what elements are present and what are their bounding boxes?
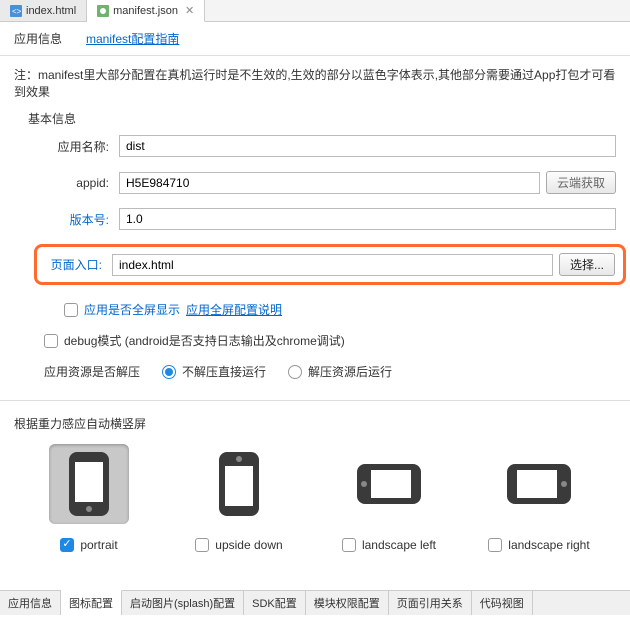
sub-header: 应用信息 manifest配置指南 [0, 22, 630, 56]
appid-label: appid: [44, 176, 109, 190]
upside-checkbox[interactable] [195, 538, 209, 552]
orientation-landscape-right[interactable]: landscape right [484, 444, 594, 552]
phone-landscape-right-icon [499, 444, 579, 524]
app-name-input[interactable] [119, 135, 616, 157]
btab-sdk[interactable]: SDK配置 [244, 591, 306, 615]
landscape-right-checkbox[interactable] [488, 538, 502, 552]
btab-module-perm[interactable]: 模块权限配置 [306, 591, 389, 615]
radio-unzip-label: 解压资源后运行 [308, 363, 392, 380]
html-file-icon: <> [10, 5, 22, 17]
btab-code-view[interactable]: 代码视图 [472, 591, 533, 615]
appid-input[interactable] [119, 172, 540, 194]
debug-checkbox[interactable] [44, 334, 58, 348]
entry-input[interactable] [112, 254, 553, 276]
radio-unzip[interactable] [288, 365, 302, 379]
note-text: 注：manifest里大部分配置在真机运行时是不生效的,生效的部分以蓝色字体表示… [14, 66, 616, 100]
svg-text:<>: <> [12, 7, 22, 16]
manifest-guide-link[interactable]: manifest配置指南 [86, 30, 179, 47]
bottom-tabs: 应用信息 图标配置 启动图片(splash)配置 SDK配置 模块权限配置 页面… [0, 590, 630, 615]
btab-splash[interactable]: 启动图片(splash)配置 [122, 591, 244, 615]
editor-tabs: <> index.html manifest.json ✕ [0, 0, 630, 22]
orientation-landscape-left[interactable]: landscape left [334, 444, 444, 552]
btab-icon-config[interactable]: 图标配置 [61, 590, 122, 615]
app-info-label: 应用信息 [14, 30, 62, 47]
entry-label: 页面入口: [45, 256, 102, 273]
btab-page-ref[interactable]: 页面引用关系 [389, 591, 472, 615]
entry-row-highlight: 页面入口: 选择... [34, 244, 626, 285]
fullscreen-label: 应用是否全屏显示 [84, 301, 180, 318]
section-basic-title: 基本信息 [28, 110, 616, 127]
tab-label: manifest.json [113, 5, 178, 17]
orientation-portrait[interactable]: portrait [34, 444, 144, 552]
select-button[interactable]: 选择... [559, 253, 615, 276]
fullscreen-checkbox[interactable] [64, 303, 78, 317]
tab-index-html[interactable]: <> index.html [0, 0, 87, 21]
portrait-checkbox[interactable] [60, 538, 74, 552]
phone-upside-icon [199, 444, 279, 524]
version-input[interactable] [119, 208, 616, 230]
landscape-left-checkbox[interactable] [342, 538, 356, 552]
resource-label: 应用资源是否解压 [44, 363, 140, 380]
radio-no-unzip[interactable] [162, 365, 176, 379]
tab-label: index.html [26, 5, 76, 17]
version-label: 版本号: [44, 211, 109, 228]
close-icon[interactable]: ✕ [185, 4, 194, 17]
orientation-title: 根据重力感应自动横竖屏 [14, 415, 616, 432]
cloud-fetch-button[interactable]: 云端获取 [546, 171, 616, 194]
orientation-upside[interactable]: upside down [184, 444, 294, 552]
phone-landscape-left-icon [349, 444, 429, 524]
phone-portrait-icon [49, 444, 129, 524]
fullscreen-link[interactable]: 应用全屏配置说明 [186, 301, 282, 318]
btab-app-info[interactable]: 应用信息 [0, 591, 61, 615]
json-file-icon [97, 5, 109, 17]
tab-manifest-json[interactable]: manifest.json ✕ [87, 0, 205, 22]
radio-no-unzip-label: 不解压直接运行 [182, 363, 266, 380]
app-name-label: 应用名称: [44, 138, 109, 155]
debug-label: debug模式 (android是否支持日志输出及chrome调试) [64, 332, 345, 349]
